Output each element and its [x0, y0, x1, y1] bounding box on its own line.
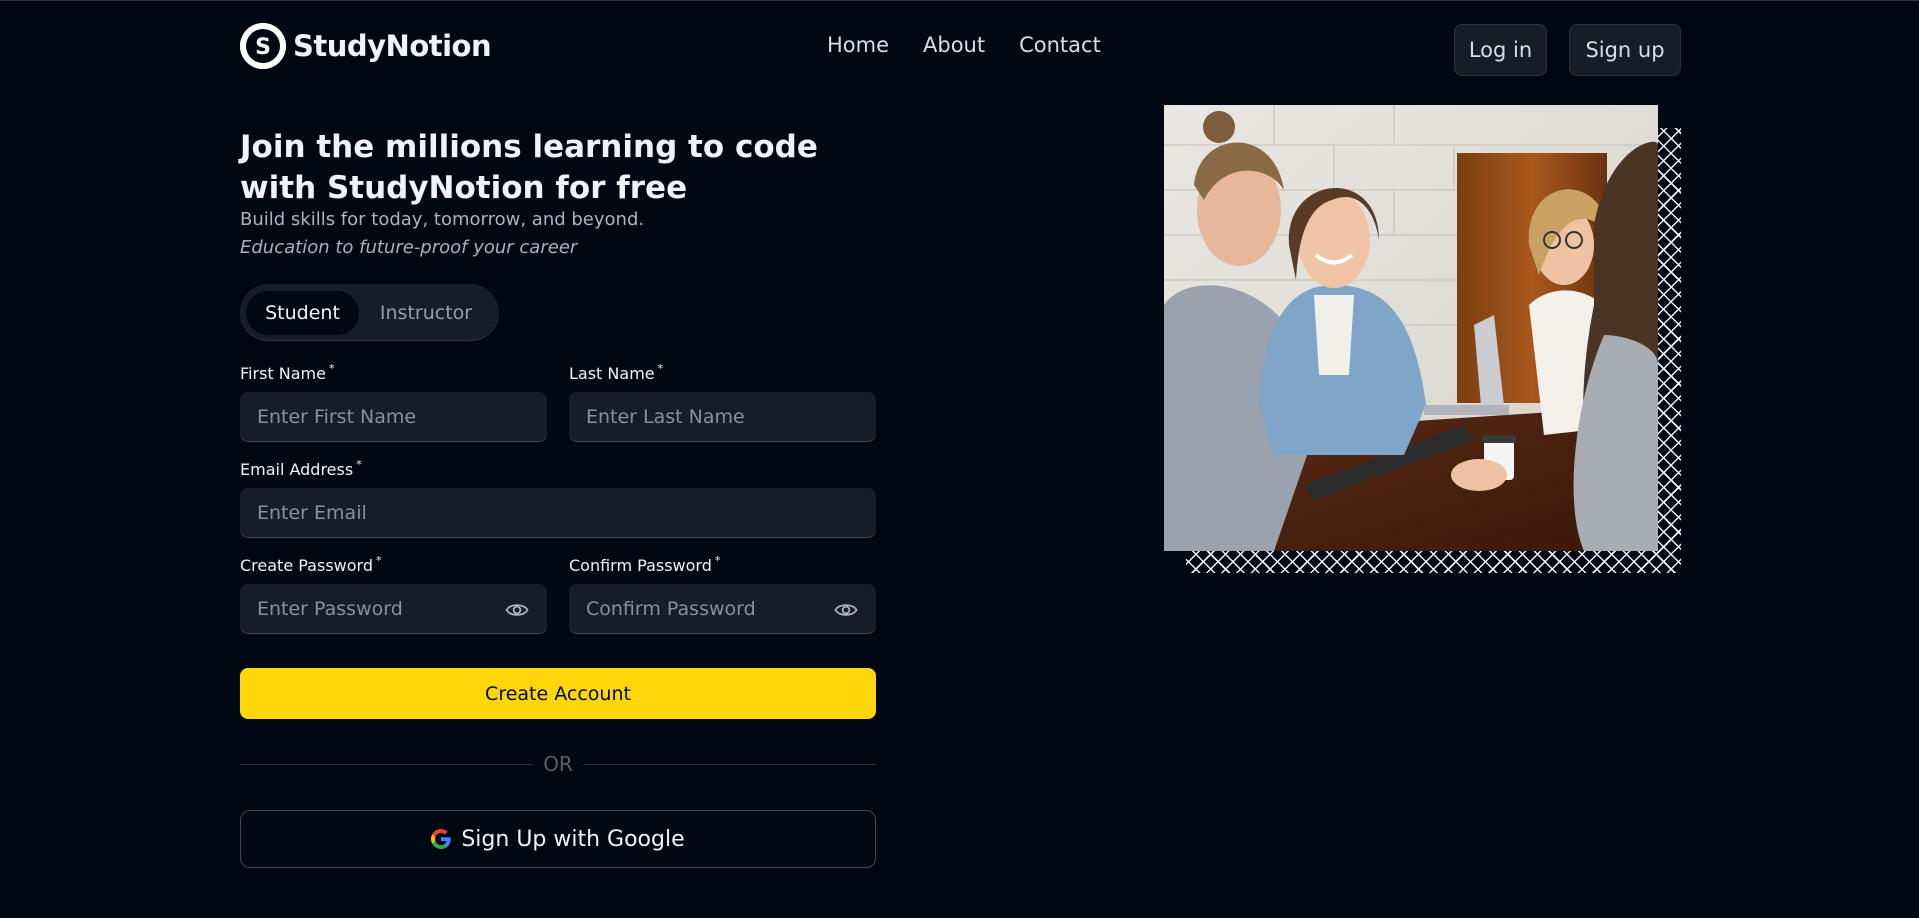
- last-name-label: Last Name *: [569, 362, 664, 383]
- tab-student[interactable]: Student: [246, 290, 359, 335]
- divider-line: [240, 763, 534, 765]
- login-button[interactable]: Log in: [1454, 24, 1547, 76]
- first-name-input[interactable]: [257, 406, 547, 428]
- page-title: Join the millions learning to code with …: [240, 129, 818, 206]
- email-label: Email Address *: [240, 458, 362, 479]
- confirm-password-field: [569, 584, 876, 634]
- account-type-toggle: Student Instructor: [240, 284, 499, 341]
- confirm-password-label: Confirm Password *: [569, 554, 721, 575]
- signup-button[interactable]: Sign up: [1569, 24, 1681, 76]
- password-label: Create Password *: [240, 554, 382, 575]
- email-input[interactable]: [257, 502, 876, 524]
- create-account-button[interactable]: Create Account: [240, 668, 876, 719]
- divider-line: [582, 763, 877, 765]
- svg-text:S: S: [255, 35, 271, 60]
- confirm-password-input[interactable]: [586, 598, 876, 620]
- first-name-field: [240, 392, 547, 442]
- top-border: [0, 0, 1919, 1]
- password-field: [240, 584, 547, 634]
- or-divider: OR: [240, 752, 877, 776]
- brand-name: StudyNotion: [293, 29, 492, 63]
- password-input[interactable]: [257, 598, 547, 620]
- tab-instructor[interactable]: Instructor: [359, 291, 493, 335]
- signup-hero-image: [1164, 105, 1658, 551]
- eye-icon[interactable]: [834, 601, 858, 619]
- last-name-input[interactable]: [586, 406, 876, 428]
- page-subtitle: Build skills for today, tomorrow, and be…: [240, 209, 645, 230]
- last-name-field: [569, 392, 876, 442]
- nav-link-home[interactable]: Home: [827, 33, 889, 57]
- page-tagline: Education to future-proof your career: [240, 237, 578, 258]
- nav-link-about[interactable]: About: [923, 33, 985, 57]
- logo-icon: S: [240, 23, 286, 69]
- eye-icon[interactable]: [505, 601, 529, 619]
- google-signup-button[interactable]: Sign Up with Google: [240, 810, 876, 868]
- divider-text: OR: [543, 752, 573, 776]
- first-name-label: First Name *: [240, 362, 335, 383]
- email-field: [240, 488, 876, 538]
- brand-logo[interactable]: S StudyNotion: [240, 23, 492, 69]
- nav-link-contact[interactable]: Contact: [1019, 33, 1101, 57]
- google-signup-label: Sign Up with Google: [461, 826, 685, 852]
- main-nav: Home About Contact: [827, 33, 1101, 57]
- google-icon: [431, 829, 451, 849]
